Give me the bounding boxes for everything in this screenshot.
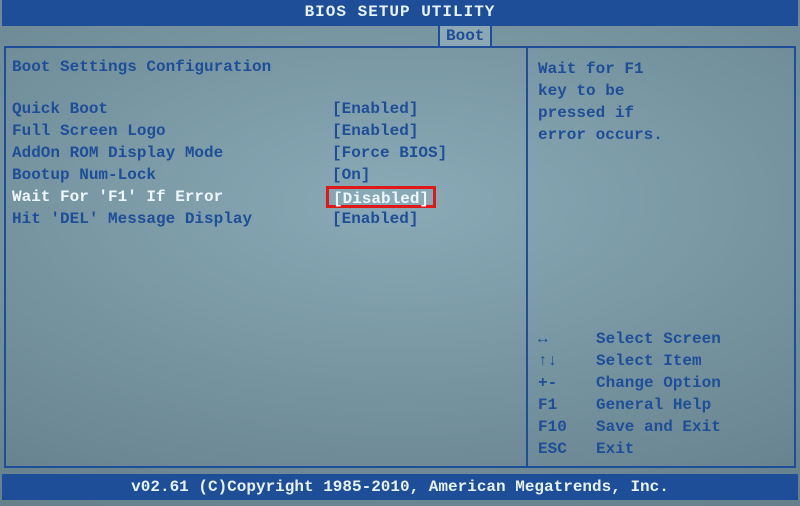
key-hint-row: ↑↓Select Item [538,350,786,372]
setting-row[interactable]: Bootup Num-Lock[On] [12,164,520,186]
setting-row[interactable]: Quick Boot[Enabled] [12,98,520,120]
setting-value[interactable]: [On] [332,164,370,186]
setting-label: AddOn ROM Display Mode [12,142,332,164]
key-hint-row: F10Save and Exit [538,416,786,438]
footer-bar: v02.61 (C)Copyright 1985-2010, American … [2,474,798,500]
setting-label: Quick Boot [12,98,332,120]
setting-value[interactable]: [Enabled] [332,208,418,230]
key-hint-action: General Help [596,394,711,416]
setting-label: Hit 'DEL' Message Display [12,208,332,230]
tab-boot[interactable]: Boot [438,26,492,48]
key-hint-action: Select Item [596,350,702,372]
setting-value[interactable]: [Force BIOS] [332,142,447,164]
tab-label: Boot [446,27,484,45]
key-hint-action: Change Option [596,372,721,394]
selection-highlight: [Disabled] [326,186,436,208]
setting-row[interactable]: AddOn ROM Display Mode[Force BIOS] [12,142,520,164]
key-hint-row: ESCExit [538,438,786,460]
key-hint-key: F10 [538,416,596,438]
key-hint-row: +-Change Option [538,372,786,394]
setting-label: Bootup Num-Lock [12,164,332,186]
title-text: BIOS SETUP UTILITY [305,3,496,21]
settings-list[interactable]: Quick Boot[Enabled]Full Screen Logo[Enab… [12,98,520,230]
key-hint-row: ↔Select Screen [538,328,786,350]
key-hint-key: +- [538,372,596,394]
section-title: Boot Settings Configuration [12,58,520,76]
key-hint-action: Select Screen [596,328,721,350]
main-frame: Boot Settings Configuration Quick Boot[E… [4,46,796,468]
key-hint-key: ESC [538,438,596,460]
setting-label: Full Screen Logo [12,120,332,142]
key-hint-row: F1General Help [538,394,786,416]
key-hint-action: Exit [596,438,634,460]
key-hint-key: F1 [538,394,596,416]
key-hint-key: ↑↓ [538,350,596,372]
setting-value[interactable]: [Enabled] [332,120,418,142]
help-text: Wait for F1 key to be pressed if error o… [538,58,786,146]
setting-value[interactable]: [Enabled] [332,98,418,120]
setting-row[interactable]: Hit 'DEL' Message Display[Enabled] [12,208,520,230]
title-bar: BIOS SETUP UTILITY [2,0,798,26]
settings-pane: Boot Settings Configuration Quick Boot[E… [6,48,526,466]
key-hint-action: Save and Exit [596,416,721,438]
setting-row[interactable]: Full Screen Logo[Enabled] [12,120,520,142]
key-hint-key: ↔ [538,328,596,350]
key-hints: ↔Select Screen↑↓Select Item+-Change Opti… [538,328,786,460]
setting-row[interactable]: Wait For 'F1' If Error[Disabled] [12,186,520,208]
footer-text: v02.61 (C)Copyright 1985-2010, American … [131,478,669,496]
help-pane: Wait for F1 key to be pressed if error o… [528,48,794,466]
bios-screen: BIOS SETUP UTILITY Boot Boot Settings Co… [0,0,800,506]
setting-label: Wait For 'F1' If Error [12,186,332,208]
setting-value[interactable]: [Disabled] [333,190,429,208]
